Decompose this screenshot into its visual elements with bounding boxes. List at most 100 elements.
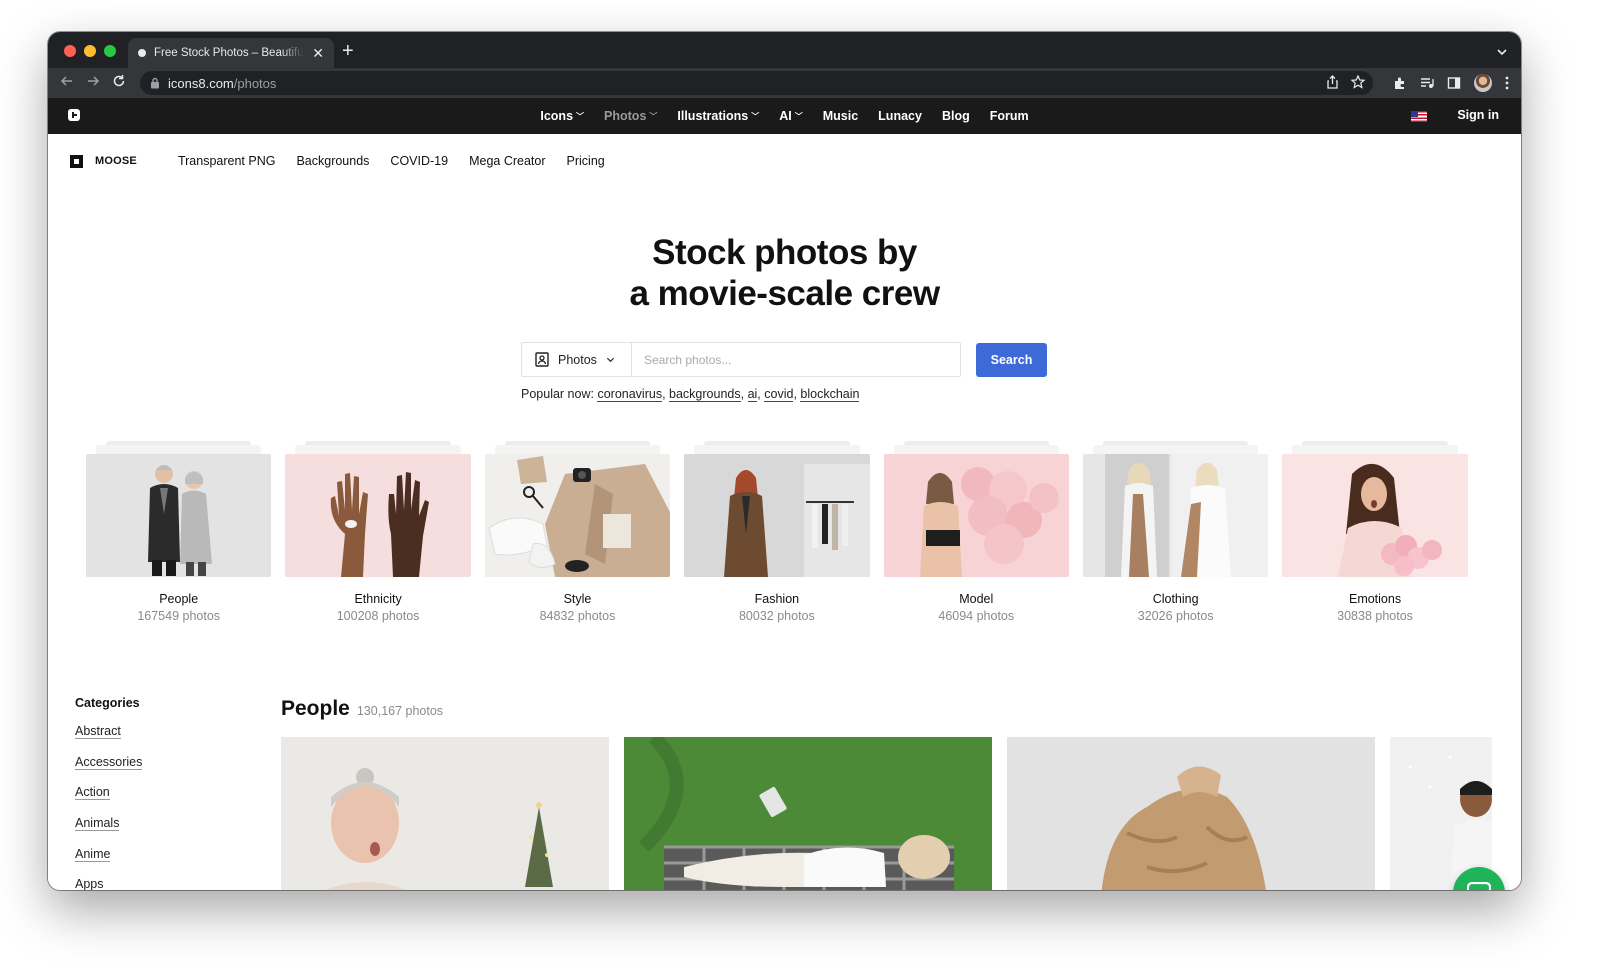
- subnav-backgrounds[interactable]: Backgrounds: [296, 154, 369, 168]
- profile-avatar[interactable]: [1474, 74, 1492, 92]
- omnibox-actions: [1326, 75, 1365, 89]
- tab-close-icon[interactable]: ✕: [312, 45, 324, 62]
- popular-term[interactable]: backgrounds: [669, 387, 741, 402]
- side-panel-icon[interactable]: [1447, 76, 1461, 90]
- style-photo: [488, 456, 671, 577]
- tab-title: Free Stock Photos – Beautiful People, Ba…: [154, 47, 305, 59]
- model-photo: [919, 467, 1059, 577]
- new-tab-button[interactable]: +: [342, 41, 354, 61]
- popular-term[interactable]: covid: [764, 387, 794, 402]
- category-card-ethnicity[interactable]: Ethnicity 100208 photos: [285, 441, 471, 623]
- search-type-label: Photos: [558, 352, 597, 367]
- search-input[interactable]: [632, 343, 960, 376]
- photo-thumbnail[interactable]: [624, 737, 992, 890]
- category-image: [684, 454, 870, 577]
- nav-photos[interactable]: Photos ﹀: [604, 109, 657, 123]
- browser-window: Free Stock Photos – Beautiful People, Ba…: [48, 32, 1521, 890]
- tab-search-button[interactable]: [1497, 44, 1507, 62]
- chat-icon: [1467, 882, 1491, 890]
- site-navigation: Icons ﹀ Photos ﹀ Illustrations ﹀ AI ﹀ Music …: [48, 98, 1521, 134]
- category-name: Clothing: [1152, 592, 1199, 606]
- sidebar-item-anime[interactable]: Anime: [75, 846, 142, 878]
- section-title: People: [281, 697, 350, 720]
- nav-ai[interactable]: AI ﹀: [779, 109, 803, 123]
- nav-music[interactable]: Music: [823, 109, 858, 123]
- close-window-button[interactable]: [64, 45, 76, 57]
- browser-actions: [1393, 74, 1509, 92]
- nav-forum[interactable]: Forum: [990, 109, 1029, 123]
- sign-in-link[interactable]: Sign in: [1457, 108, 1499, 122]
- category-card-clothing[interactable]: Clothing 32026 photos: [1082, 441, 1269, 623]
- chevron-down-icon: ﹀: [649, 111, 658, 121]
- category-image: [86, 454, 272, 577]
- nav-icons[interactable]: Icons ﹀: [540, 109, 584, 123]
- category-card-fashion[interactable]: Fashion 80032 photos: [684, 441, 870, 623]
- subnav-mega-creator[interactable]: Mega Creator: [469, 154, 545, 168]
- category-cards: People 167549 photos Ethnicity 100208 ph…: [86, 441, 1468, 623]
- photo-thumbnail[interactable]: [281, 737, 609, 890]
- moose-logo-icon[interactable]: [70, 154, 83, 168]
- browser-tab[interactable]: Free Stock Photos – Beautiful People, Ba…: [128, 38, 334, 68]
- sidebar-item-abstract[interactable]: Abstract: [75, 724, 142, 755]
- nav-illustrations[interactable]: Illustrations ﹀: [677, 109, 759, 123]
- forward-icon[interactable]: [86, 74, 100, 88]
- category-card-style[interactable]: Style 84832 photos: [484, 441, 671, 623]
- reload-icon[interactable]: [112, 74, 126, 88]
- category-card-people[interactable]: People 167549 photos: [86, 441, 272, 623]
- category-card-model[interactable]: Model 46094 photos: [883, 441, 1069, 623]
- site-menu: Icons ﹀ Photos ﹀ Illustrations ﹀ AI ﹀ Music …: [48, 98, 1521, 134]
- category-count: 80032 photos: [738, 609, 815, 623]
- sidebar-item-animals[interactable]: Animals: [75, 816, 142, 847]
- chevron-down-icon: ﹀: [794, 111, 803, 121]
- search-type-dropdown[interactable]: Photos: [522, 343, 632, 376]
- category-count: 46094 photos: [938, 609, 1015, 623]
- category-image: [1282, 454, 1468, 577]
- maximize-window-button[interactable]: [104, 45, 116, 57]
- nav-lunacy[interactable]: Lunacy: [878, 109, 922, 123]
- sidebar-item-action[interactable]: Action: [75, 785, 142, 816]
- category-count: 30838 photos: [1337, 609, 1413, 623]
- lock-icon[interactable]: [150, 77, 160, 89]
- photo-grid: [281, 737, 1492, 890]
- subnav-pricing[interactable]: Pricing: [567, 154, 605, 168]
- more-menu-icon[interactable]: [1505, 76, 1509, 90]
- chevron-down-icon: [1497, 49, 1507, 56]
- popular-term[interactable]: coronavirus: [597, 387, 663, 402]
- address-bar[interactable]: icons8.com/photos: [140, 71, 1373, 95]
- category-count: 32026 photos: [1137, 609, 1214, 623]
- sub-navigation: MOOSE Transparent PNG Backgrounds COVID-…: [70, 154, 605, 168]
- tab-strip: Free Stock Photos – Beautiful People, Ba…: [48, 32, 1521, 68]
- nav-blog[interactable]: Blog: [942, 109, 970, 123]
- media-queue-icon[interactable]: [1420, 76, 1434, 90]
- chevron-down-icon: ﹀: [751, 111, 760, 121]
- share-icon[interactable]: [1326, 75, 1339, 89]
- chevron-down-icon: ﹀: [576, 111, 585, 121]
- page-content: MOOSE Transparent PNG Backgrounds COVID-…: [48, 134, 1521, 890]
- subnav-covid-19[interactable]: COVID-19: [390, 154, 448, 168]
- category-name: Emotions: [1348, 592, 1402, 606]
- hero-title: Stock photos by a movie-scale crew: [629, 233, 940, 313]
- popular-term[interactable]: ai: [747, 387, 758, 402]
- ethnicity-photo: [331, 472, 430, 577]
- minimize-window-button[interactable]: [84, 45, 96, 57]
- fashion-photo: [684, 454, 870, 577]
- tab-favicon-icon: [138, 49, 146, 57]
- subnav-transparent-png[interactable]: Transparent PNG: [178, 154, 276, 168]
- search-button[interactable]: Search: [976, 342, 1047, 377]
- category-card-emotions[interactable]: Emotions 30838 photos: [1282, 441, 1468, 623]
- subnav-links: Transparent PNG Backgrounds COVID-19 Meg…: [178, 154, 605, 168]
- category-image: [484, 454, 671, 577]
- popular-term[interactable]: blockchain: [800, 387, 860, 402]
- category-count: 100208 photos: [336, 609, 420, 623]
- bookmark-star-icon[interactable]: [1351, 75, 1365, 89]
- back-icon[interactable]: [60, 74, 74, 88]
- sidebar-item-accessories[interactable]: Accessories: [75, 754, 143, 786]
- us-flag-icon[interactable]: [1411, 111, 1427, 122]
- photo-thumbnail[interactable]: [1007, 737, 1375, 890]
- clothing-photo: [1104, 454, 1269, 577]
- extensions-icon[interactable]: [1393, 76, 1407, 90]
- nav-buttons: [60, 74, 126, 88]
- sidebar-item-apps[interactable]: Apps: [75, 877, 142, 890]
- categories-sidebar: Categories Abstract Accessories Action A…: [75, 696, 143, 890]
- brand-name[interactable]: MOOSE: [95, 155, 137, 167]
